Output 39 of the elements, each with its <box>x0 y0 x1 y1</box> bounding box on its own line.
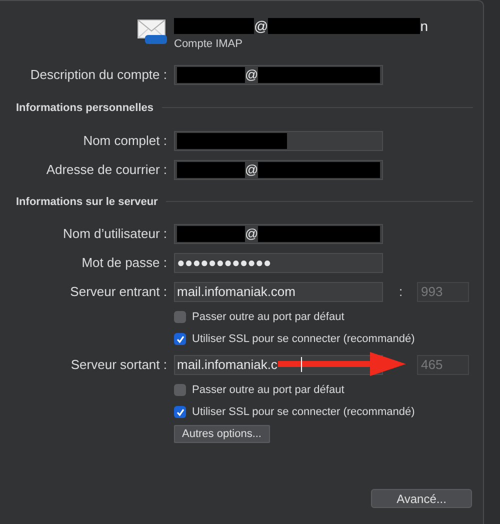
advanced-button[interactable]: Avancé... <box>371 489 472 508</box>
checkbox-label: Utiliser SSL pour se connecter (recommandé) <box>192 333 415 345</box>
field-label: Nom d’utilisateur : <box>62 226 167 241</box>
field-value: @ <box>245 67 258 82</box>
checkbox[interactable] <box>174 406 186 418</box>
redaction-bar <box>177 66 245 82</box>
checkbox-label: Utiliser SSL pour se connecter (recommandé) <box>192 406 415 418</box>
checkbox[interactable] <box>174 311 186 323</box>
field-value: ●●●●●●●●●●●● <box>177 255 272 270</box>
checkbox[interactable] <box>174 333 186 345</box>
redaction-bar <box>177 226 245 242</box>
account-type: Compte IMAP <box>174 38 244 50</box>
account-title: @ <box>254 18 268 34</box>
mail-envelope-icon <box>137 17 167 45</box>
checkbox-label: Passer outre au port par défaut <box>192 384 344 396</box>
field-value: @ <box>245 226 258 241</box>
field-value: mail.infomaniak.c <box>177 357 278 372</box>
section-heading: Informations personnelles <box>16 102 154 114</box>
redaction-bar <box>177 162 245 178</box>
port-separator: : <box>399 284 404 299</box>
text-field[interactable]: @ <box>174 224 383 244</box>
account-title: n <box>420 18 428 34</box>
field-label: Nom complet : <box>82 133 167 148</box>
field-label: Serveur sortant : <box>70 357 167 372</box>
text-field[interactable] <box>174 130 383 150</box>
text-field[interactable]: @ <box>174 64 383 84</box>
text-field[interactable]: mail.infomaniak.com <box>174 282 383 302</box>
text-field[interactable]: @ <box>174 160 383 180</box>
text-field[interactable]: ●●●●●●●●●●●● <box>174 252 383 272</box>
field-label: Serveur entrant : <box>69 284 167 299</box>
checkbox[interactable] <box>174 384 186 396</box>
field-label: Mot de passe : <box>80 255 167 270</box>
checkbox-label: Passer outre au port par défaut <box>192 311 344 323</box>
field-value: mail.infomaniak.com <box>177 284 296 299</box>
more-options-button[interactable]: Autres options... <box>174 425 270 443</box>
field-value: @ <box>245 162 258 177</box>
field-label: Description du compte : <box>29 67 167 82</box>
section-heading: Informations sur le serveur <box>16 196 158 208</box>
field-label: Adresse de courrier : <box>45 162 167 177</box>
